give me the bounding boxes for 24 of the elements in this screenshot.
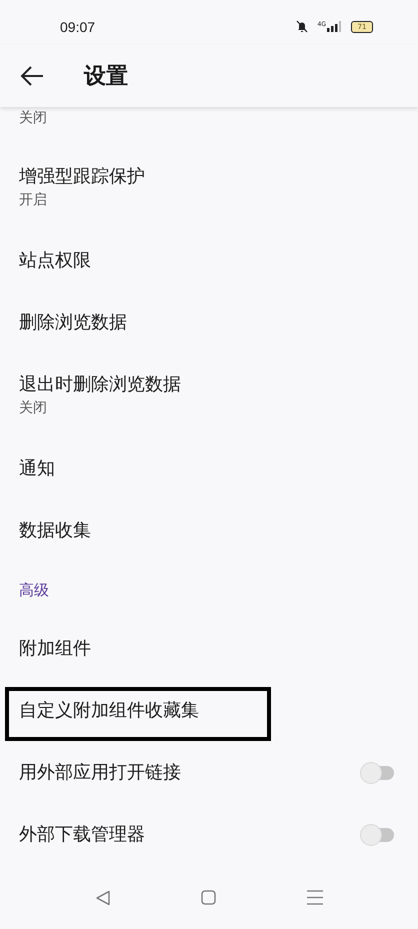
setting-title[interactable]: 通知 — [19, 458, 55, 480]
setting-value: 开启 — [19, 191, 48, 210]
back-icon[interactable] — [95, 890, 112, 906]
setting-title[interactable]: 附加组件 — [19, 638, 91, 660]
toggle-switch[interactable] — [360, 824, 394, 846]
home-icon[interactable] — [201, 890, 216, 905]
setting-value: 关闭 — [19, 109, 47, 128]
menu-icon[interactable] — [306, 890, 323, 905]
setting-title[interactable]: 增强型跟踪保护 — [19, 166, 145, 188]
setting-title[interactable]: 数据收集 — [19, 520, 91, 542]
signal-icon — [327, 21, 341, 32]
section-heading: 高级 — [19, 580, 49, 601]
setting-title[interactable]: 用外部应用打开链接 — [19, 762, 181, 784]
setting-title[interactable]: 退出时删除浏览数据 — [19, 374, 181, 396]
muted-bell-icon — [296, 20, 308, 33]
status-time: 09:07 — [60, 18, 96, 34]
setting-value: 关闭 — [19, 399, 48, 418]
setting-title[interactable]: 外部下载管理器 — [19, 824, 145, 846]
setting-title[interactable]: 站点权限 — [19, 250, 91, 272]
setting-title[interactable]: 自定义附加组件收藏集 — [19, 700, 199, 722]
setting-title[interactable]: 删除浏览数据 — [19, 312, 127, 334]
toggle-switch[interactable] — [360, 762, 394, 784]
page-title: 设置 — [84, 63, 128, 91]
back-arrow-icon[interactable] — [20, 66, 44, 86]
